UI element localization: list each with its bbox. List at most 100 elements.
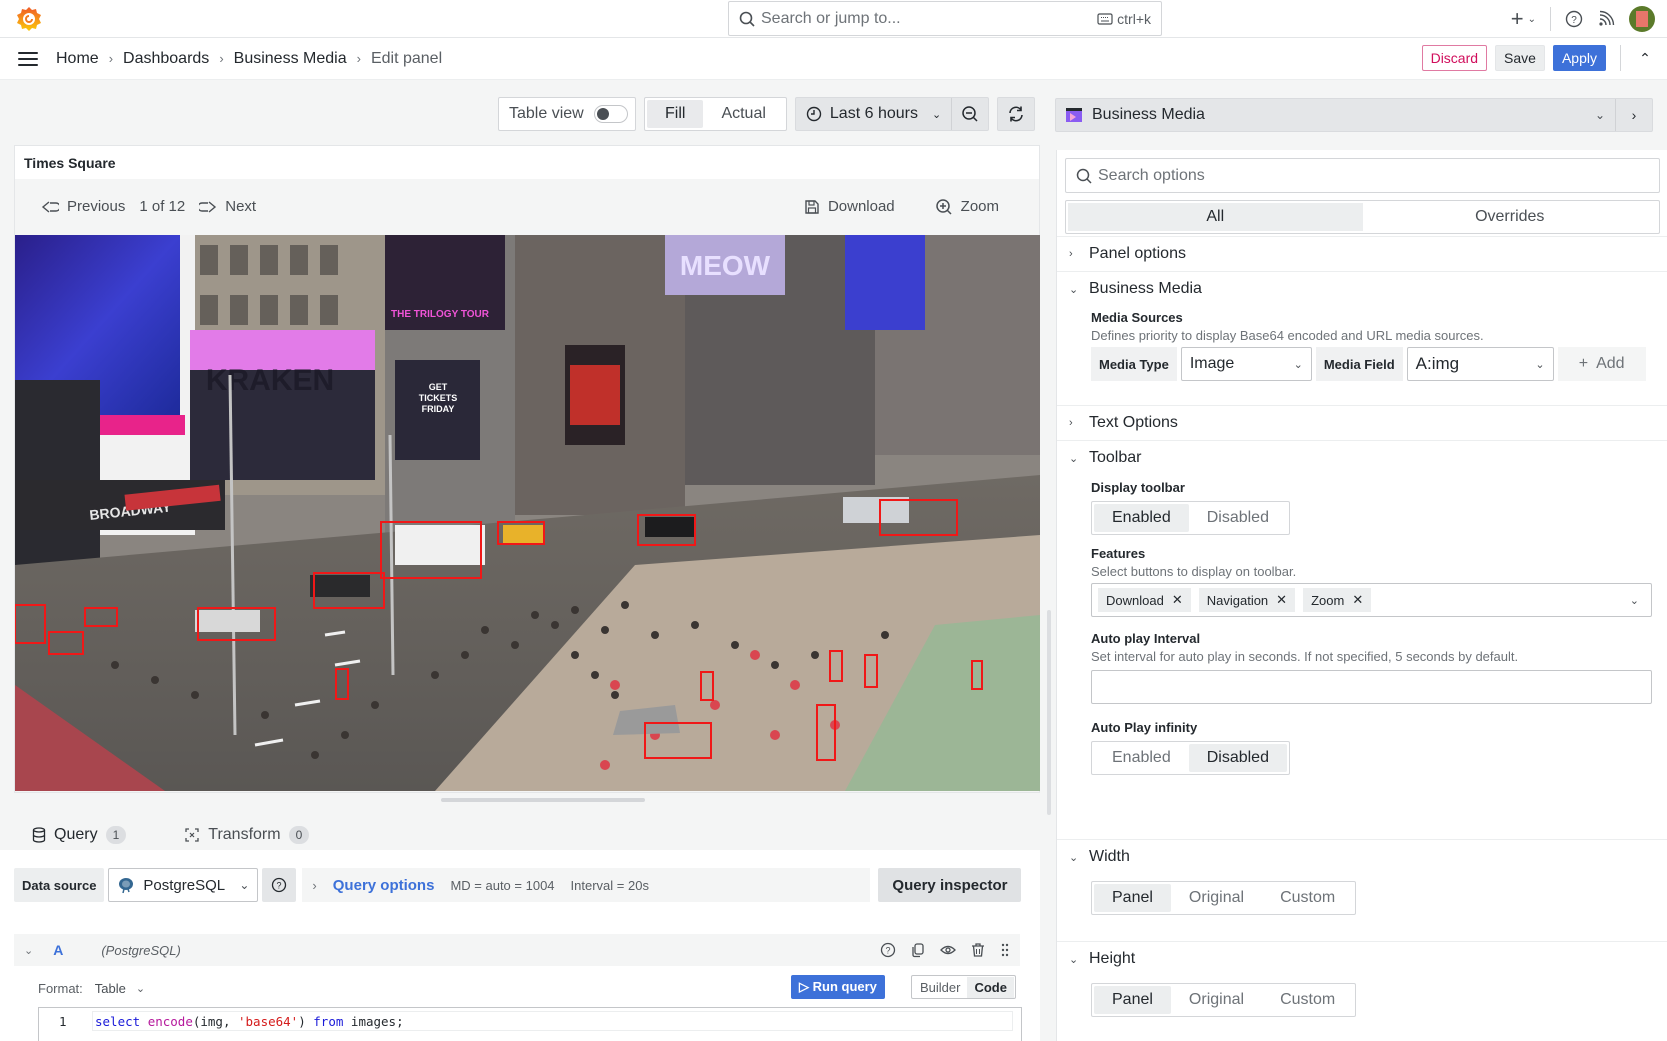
chevron-down-icon: ⌄: [1594, 108, 1605, 122]
next-button[interactable]: Next: [199, 198, 256, 215]
search-icon: [739, 11, 755, 27]
eye-icon[interactable]: [940, 942, 956, 958]
visualization-select[interactable]: Business Media ⌄: [1056, 99, 1616, 131]
chevron-down-icon: ⌄: [135, 982, 146, 995]
remove-tag-icon[interactable]: ✕: [1352, 592, 1363, 608]
features-multiselect[interactable]: Download ✕ Navigation ✕ Zoom ✕ ⌄: [1091, 583, 1652, 617]
global-search-input[interactable]: Search or jump to... ctrl+k: [728, 1, 1162, 36]
format-select[interactable]: Table: [95, 981, 126, 996]
query-ref-id[interactable]: A: [53, 942, 63, 958]
new-menu-button[interactable]: + ⌄: [1511, 8, 1536, 30]
drag-handle-icon[interactable]: [1000, 942, 1010, 958]
datasource-select[interactable]: PostgreSQL ⌄: [108, 868, 259, 902]
query-options-bar[interactable]: › Query options MD = auto = 1004 Interva…: [302, 868, 871, 902]
auto-play-infinity-toggle: Enabled Disabled: [1091, 741, 1290, 775]
download-button[interactable]: Download: [804, 198, 895, 216]
height-mode-custom[interactable]: Custom: [1262, 986, 1353, 1014]
discard-button[interactable]: Discard: [1421, 45, 1488, 71]
query-inspector-button[interactable]: Query inspector: [878, 868, 1022, 902]
sql-line[interactable]: select encode (img, 'base64') from images…: [92, 1011, 1013, 1031]
breadcrumb-dashboards[interactable]: Dashboards: [123, 50, 209, 68]
tab-all[interactable]: All: [1068, 203, 1363, 231]
breadcrumb-home[interactable]: Home: [56, 50, 99, 68]
mode-code[interactable]: Code: [967, 976, 1014, 998]
zoom-button[interactable]: Zoom: [935, 198, 999, 216]
horizontal-scrollbar[interactable]: [441, 798, 645, 802]
breadcrumb-dashboard[interactable]: Business Media: [234, 50, 347, 68]
add-media-source-button[interactable]: + Add: [1557, 347, 1646, 381]
news-rss-icon[interactable]: [1597, 10, 1615, 28]
features-field: Features Select buttons to display on to…: [1091, 546, 1652, 617]
tab-query[interactable]: Query 1: [14, 820, 145, 858]
datasource-help-button[interactable]: ?: [262, 868, 297, 902]
svg-text:FRIDAY: FRIDAY: [422, 404, 455, 414]
refresh-button[interactable]: [997, 97, 1036, 131]
help-icon[interactable]: ?: [880, 942, 896, 958]
run-query-button[interactable]: ▷ Run query: [791, 975, 885, 999]
zoom-out-time-button[interactable]: [952, 98, 988, 130]
auto-play-infinity-disabled[interactable]: Disabled: [1188, 744, 1287, 772]
auto-play-interval-input[interactable]: [1091, 670, 1652, 704]
display-toolbar-disabled[interactable]: Disabled: [1189, 504, 1287, 532]
table-view-switch[interactable]: [593, 105, 628, 123]
media-field-select[interactable]: A:img ⌄: [1406, 347, 1554, 381]
sql-token: encode: [147, 1013, 193, 1029]
section-header-width[interactable]: ⌄ Width: [1057, 840, 1667, 874]
previous-button[interactable]: Previous: [41, 198, 125, 215]
height-mode-panel[interactable]: Panel: [1094, 986, 1171, 1014]
duplicate-icon[interactable]: [910, 942, 926, 958]
svg-text:MEOW: MEOW: [680, 250, 771, 281]
fit-option-fill[interactable]: Fill: [647, 100, 704, 128]
user-avatar[interactable]: [1629, 6, 1655, 32]
auto-play-interval-desc: Set interval for auto play in seconds. I…: [1091, 649, 1519, 664]
breadcrumb-bar: Home › Dashboards › Business Media › Edi…: [0, 38, 1667, 80]
collapse-query-chevron-icon[interactable]: ⌄: [24, 944, 33, 957]
query-count-badge: 1: [105, 826, 127, 844]
table-view-toggle[interactable]: Table view: [498, 97, 636, 131]
section-header-text-options[interactable]: › Text Options: [1057, 406, 1667, 440]
grafana-logo-icon[interactable]: [16, 6, 42, 32]
help-icon[interactable]: ?: [1565, 10, 1583, 28]
media-type-select[interactable]: Image ⌄: [1180, 347, 1312, 381]
save-button[interactable]: Save: [1495, 45, 1545, 71]
mode-builder[interactable]: Builder: [913, 977, 967, 998]
run-query-label: Run query: [812, 979, 877, 994]
section-header-toolbar[interactable]: ⌄ Toolbar: [1057, 441, 1667, 475]
collapse-options-chevron-right-icon[interactable]: ›: [1616, 107, 1652, 123]
height-mode-original[interactable]: Original: [1171, 986, 1262, 1014]
section-text-options: › Text Options: [1057, 405, 1667, 440]
breadcrumb-separator-icon: ›: [219, 51, 224, 66]
pane-resize-handle[interactable]: [1047, 610, 1051, 815]
search-options-input[interactable]: Search options: [1065, 158, 1660, 193]
apply-button[interactable]: Apply: [1552, 45, 1606, 71]
section-header-panel-options[interactable]: › Panel options: [1057, 237, 1667, 271]
line-number: 1: [59, 1014, 67, 1029]
remove-tag-icon[interactable]: ✕: [1172, 592, 1183, 608]
time-range-button[interactable]: Last 6 hours ⌄: [796, 98, 953, 130]
tab-overrides[interactable]: Overrides: [1363, 203, 1658, 231]
trash-icon[interactable]: [970, 942, 986, 958]
collapse-chevron-up-icon[interactable]: ⌃: [1635, 50, 1655, 67]
sql-code-editor[interactable]: 1 select encode (img, 'base64') from imag…: [38, 1007, 1022, 1041]
feature-tag-download: Download ✕: [1098, 588, 1191, 612]
width-mode-original[interactable]: Original: [1171, 884, 1262, 912]
sql-token: ): [298, 1013, 314, 1029]
chevron-right-icon: ›: [1069, 248, 1073, 260]
media-type-label: Media Type: [1091, 347, 1177, 381]
display-toolbar-enabled[interactable]: Enabled: [1094, 504, 1189, 532]
menu-toggle-icon[interactable]: [18, 51, 38, 66]
auto-play-infinity-enabled[interactable]: Enabled: [1094, 744, 1189, 772]
section-header-height[interactable]: ⌄ Height: [1057, 942, 1667, 976]
section-header-business-media[interactable]: ⌄ Business Media: [1057, 272, 1667, 306]
fit-option-actual[interactable]: Actual: [703, 100, 783, 128]
tab-transform[interactable]: Transform 0: [166, 820, 327, 850]
width-mode-panel[interactable]: Panel: [1094, 884, 1171, 912]
media-sources-label: Media Sources: [1091, 310, 1183, 325]
remove-tag-icon[interactable]: ✕: [1276, 592, 1287, 608]
query-tabs: Query 1 Transform 0: [14, 820, 327, 858]
media-image[interactable]: KRAKEN THE TRILOGY TOUR GET TICKETS FRID…: [15, 235, 1040, 791]
top-bar: Search or jump to... ctrl+k + ⌄ ?: [0, 0, 1667, 38]
tag-label: Zoom: [1311, 592, 1345, 608]
width-mode-custom[interactable]: Custom: [1262, 884, 1353, 912]
query-options-link[interactable]: Query options: [333, 877, 435, 894]
